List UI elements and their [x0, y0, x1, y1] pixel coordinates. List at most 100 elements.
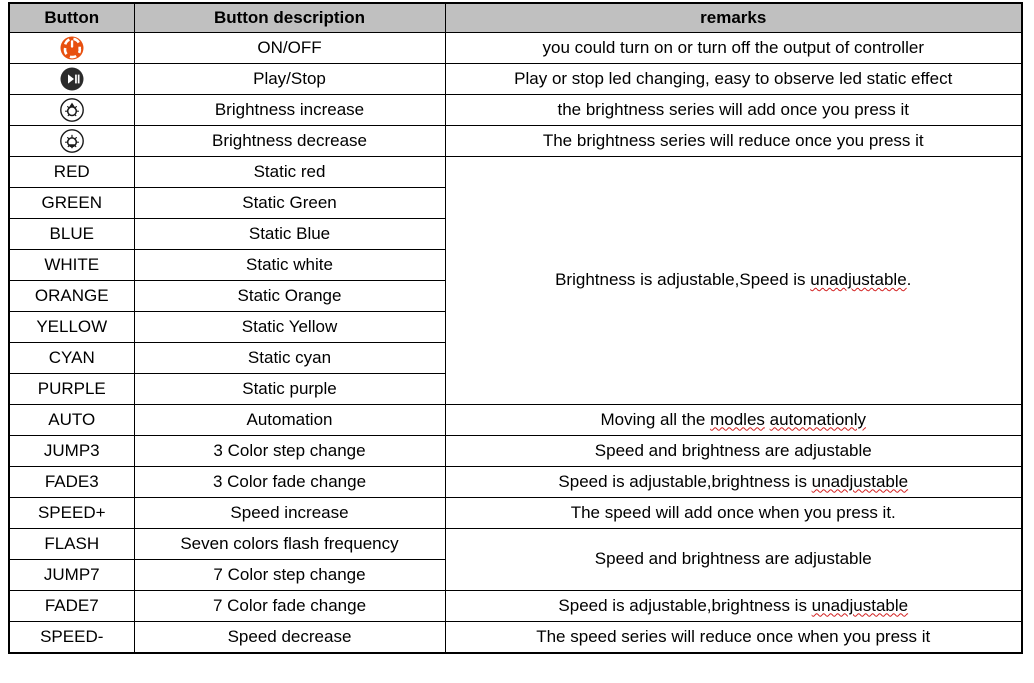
button-name-cell: GREEN — [8, 187, 135, 219]
remarks-cell: Brightness is adjustable,Speed is unadju… — [444, 156, 1023, 405]
table-row: RED Static red Brightness is adjustable,Sp… — [8, 156, 1023, 405]
button-name-cell: SPEED+ — [8, 497, 135, 529]
button-description-text: Static Green — [242, 192, 337, 212]
text-run: . — [906, 270, 912, 290]
button-label: BLUE — [49, 223, 94, 243]
button-description-cell: Speed decrease — [133, 621, 446, 654]
button-label: PURPLE — [37, 378, 106, 398]
button-name-cell: FLASH — [8, 528, 135, 560]
button-description-cell: 3 Color step change — [133, 435, 446, 467]
spellcheck-underlined-word: unadjustable — [811, 595, 909, 615]
button-description-text: 7 Color step change — [213, 564, 366, 584]
button-description-cell: Seven colors flash frequency — [133, 528, 446, 560]
button-description-text: Static purple — [242, 378, 337, 398]
table-row: SPEED- Speed decrease The speed series wil… — [8, 621, 1023, 654]
remarks-cell: Speed is adjustable,brightness is unadju… — [444, 590, 1023, 622]
table-header: Button Button description remarks — [8, 2, 1023, 33]
remarks-cell: Speed and brightness are adjustable — [444, 435, 1023, 467]
remarks-cell: you could turn on or turn off the output… — [444, 32, 1023, 64]
button-description-text: ON/OFF — [257, 37, 322, 57]
spellcheck-underlined-word: modles — [710, 409, 765, 429]
button-description-cell: Static white — [133, 249, 446, 281]
remarks-cell: the brightness series will add once you … — [444, 94, 1023, 126]
text-run: Moving all the — [600, 409, 711, 429]
table-row: JUMP3 3 Color step change Speed and bright… — [8, 435, 1023, 467]
button-description-text: Static Blue — [248, 223, 331, 243]
remarks-cell: Moving all the modles automationly — [444, 404, 1023, 436]
button-icon-cell — [8, 94, 135, 126]
button-description-text: Seven colors flash frequency — [180, 533, 399, 553]
button-label: JUMP7 — [43, 564, 100, 584]
remarks-text: The speed series will reduce once when y… — [536, 626, 931, 646]
table-row: Play/Stop Play or stop led changing, easy… — [8, 63, 1023, 95]
button-icon-cell — [8, 63, 135, 95]
button-description-text: 3 Color step change — [213, 440, 366, 460]
button-description-text: Speed decrease — [227, 626, 352, 646]
button-label: FLASH — [44, 533, 100, 553]
button-name-cell: SPEED- — [8, 621, 135, 654]
button-name-cell: CYAN — [8, 342, 135, 374]
table-row: AUTO Automation Moving all the modles auto… — [8, 404, 1023, 436]
remarks-cell: The speed series will reduce once when y… — [444, 621, 1023, 654]
button-label: AUTO — [48, 409, 96, 429]
button-name-cell: BLUE — [8, 218, 135, 250]
remarks-cell: Speed and brightness are adjustable — [444, 528, 1023, 591]
power-on-off-icon — [59, 35, 85, 61]
brightness-increase-icon — [59, 97, 85, 123]
ir-remote-button-table: Button Button description remarks ON/OFF… — [8, 2, 1023, 654]
button-label: FADE7 — [44, 595, 99, 615]
remarks-text: you could turn on or turn off the output… — [542, 37, 924, 57]
button-description-cell: Play/Stop — [133, 63, 446, 95]
button-label: SPEED+ — [37, 502, 106, 522]
table-row: ON/OFF you could turn on or turn off the … — [8, 32, 1023, 64]
remarks-cell: Speed is adjustable,brightness is unadju… — [444, 466, 1023, 498]
button-name-cell: FADE3 — [8, 466, 135, 498]
text-run: Speed is adjustable,brightness is — [558, 595, 812, 615]
remarks-text: Moving all the modles automationly — [600, 409, 867, 430]
table-row: FADE3 3 Color fade change Speed is adjusta… — [8, 466, 1023, 498]
table-row: SPEED+ Speed increase The speed will add o… — [8, 497, 1023, 529]
remarks-cell: The speed will add once when you press i… — [444, 497, 1023, 529]
remarks-text: the brightness series will add once you … — [557, 99, 909, 119]
table-body: ON/OFF you could turn on or turn off the … — [8, 32, 1023, 654]
remarks-text: Speed is adjustable,brightness is unadju… — [558, 472, 908, 492]
button-description-cell: Static Yellow — [133, 311, 446, 343]
button-description-text: Static Orange — [237, 285, 342, 305]
column-header-remarks: remarks — [444, 2, 1023, 33]
table-row: Brightness increase the brightness series… — [8, 94, 1023, 126]
button-description-cell: Static red — [133, 156, 446, 188]
button-name-cell: JUMP3 — [8, 435, 135, 467]
play-stop-icon — [59, 66, 85, 92]
button-name-cell: RED — [8, 156, 135, 188]
button-label: GREEN — [41, 192, 102, 212]
button-name-cell: ORANGE — [8, 280, 135, 312]
brightness-decrease-icon — [59, 128, 85, 154]
button-description-cell: 3 Color fade change — [133, 466, 446, 498]
text-run: Brightness is adjustable,Speed is — [555, 270, 811, 290]
button-icon-cell — [8, 125, 135, 157]
button-label: SPEED- — [40, 626, 104, 646]
button-description-text: Static Yellow — [241, 316, 338, 336]
table-row: FADE7 7 Color fade change Speed is adjusta… — [8, 590, 1023, 622]
button-description-cell: Static Orange — [133, 280, 446, 312]
spellcheck-underlined-word: automationly — [769, 409, 867, 429]
spellcheck-underlined-word: unadjustable — [810, 270, 907, 290]
button-description-cell: Static purple — [133, 373, 446, 405]
remarks-text: Brightness is adjustable,Speed is unadju… — [555, 270, 912, 290]
button-description-cell: Speed increase — [133, 497, 446, 529]
button-label: ORANGE — [34, 285, 109, 305]
table-row: FLASH Seven colors flash frequency Speed a… — [8, 528, 1023, 591]
button-description-cell: Static Blue — [133, 218, 446, 250]
button-description-cell: Brightness decrease — [133, 125, 446, 157]
remarks-text: Speed and brightness are adjustable — [594, 549, 872, 569]
button-description-text: Static cyan — [247, 347, 332, 367]
button-label: WHITE — [44, 254, 100, 274]
button-description-cell: Automation — [133, 404, 446, 436]
button-label: YELLOW — [36, 316, 108, 336]
remarks-text: The speed will add once when you press i… — [570, 502, 896, 522]
remarks-text: Play or stop led changing, easy to obser… — [514, 68, 953, 88]
remarks-text: The brightness series will reduce once y… — [542, 130, 924, 150]
remarks-cell: The brightness series will reduce once y… — [444, 125, 1023, 157]
button-name-cell: YELLOW — [8, 311, 135, 343]
ir-remote-button-table-wrapper: Button Button description remarks ON/OFF… — [8, 2, 1023, 654]
